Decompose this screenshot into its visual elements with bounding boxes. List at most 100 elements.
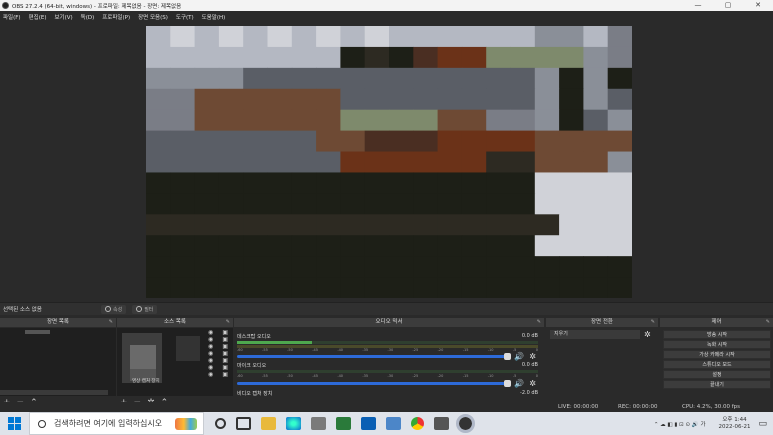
- close-button[interactable]: ✕: [743, 0, 773, 11]
- maximize-button[interactable]: ▢: [713, 0, 743, 11]
- eye-icon[interactable]: ◉: [208, 364, 213, 371]
- edge-icon[interactable]: [286, 417, 301, 430]
- menu-scene-collection[interactable]: 장면 모음(S): [138, 13, 168, 21]
- meter-ticks: -60 -55 -50 -45 -40 -35 -30 -25 -20 -15 -10 -5 0: [237, 348, 538, 352]
- transitions-title: 장면 전환: [591, 319, 613, 325]
- dock-area: 장면 목록✎ + − ⌃ ⌄ 소스 목록 ✎ 영상 캡처 장치 ◉ ▣ ◉ ▣ ◉ ▣ …: [0, 315, 773, 410]
- menu-view[interactable]: 보기(V): [54, 13, 72, 21]
- source-list[interactable]: 영상 캡처 장치 ◉ ▣ ◉ ▣ ◉ ▣ ◉ ▣ ◉ ▣ ◉ ▣ ◉ ▣: [117, 328, 233, 396]
- lock-icon[interactable]: ▣: [222, 336, 228, 343]
- lock-icon[interactable]: ▣: [222, 371, 228, 378]
- start-virtual-camera-button[interactable]: 가상 카메라 시작: [663, 350, 771, 359]
- window-title: OBS 27.2.4 (64-bit, windows) - 프로파일: 제목없…: [12, 3, 182, 10]
- clock[interactable]: 오후 1:44 2022-06-21: [719, 417, 751, 431]
- status-bar: LIVE: 00:00:00 REC: 00:00:00 CPU: 4.2%, …: [0, 402, 773, 412]
- search-icon: [38, 419, 46, 428]
- menu-profile[interactable]: 프로파일(P): [102, 13, 130, 21]
- gear-icon[interactable]: ✲: [529, 379, 536, 388]
- windows-start-icon[interactable]: [8, 417, 21, 430]
- transition-select[interactable]: 지우기: [550, 330, 640, 339]
- sources-title: 소스 목록: [164, 319, 186, 325]
- eye-icon[interactable]: ◉: [208, 350, 213, 357]
- tray-icons[interactable]: ⌃ ☁ ◧ ▮ ⊡ ⊙ 🔊 가: [654, 420, 706, 428]
- minimize-button[interactable]: —: [683, 0, 713, 11]
- obs-app-icon: [2, 2, 9, 9]
- mixer-channel-desktop: 데스크탑 오디오 0.0 dB -60 -55 -50 -45 -40 -35 -30 -25…: [237, 333, 538, 361]
- dock-menu-icon: ✎: [765, 319, 770, 325]
- camera-icon[interactable]: [434, 417, 449, 430]
- settings-button[interactable]: 설정: [663, 370, 771, 379]
- lock-icon[interactable]: ▣: [222, 350, 228, 357]
- transitions-dock: 장면 전환 ✎ 지우기 ✲: [546, 318, 658, 410]
- controls-title: 제어: [711, 319, 722, 325]
- lock-icon[interactable]: ▣: [222, 357, 228, 364]
- notification-icon[interactable]: ▭: [758, 419, 767, 429]
- source-thumbnail: 영상 캡처 장치: [122, 333, 162, 384]
- explorer-icon[interactable]: [386, 417, 401, 430]
- dock-menu-icon: ✎: [650, 319, 655, 325]
- system-tray: ⌃ ☁ ◧ ▮ ⊡ ⊙ 🔊 가 오후 1:44 2022-06-21 ▭: [654, 412, 773, 435]
- speaker-icon[interactable]: 🔊: [514, 379, 524, 388]
- store-icon[interactable]: [311, 417, 326, 430]
- filters-button[interactable]: 필터: [132, 304, 158, 314]
- volume-slider[interactable]: [237, 380, 511, 387]
- chrome-icon[interactable]: [411, 417, 424, 430]
- filter-icon: [136, 306, 143, 312]
- eye-icon[interactable]: ◉: [208, 329, 213, 336]
- sources-dock: 소스 목록✎ 영상 캡처 장치 ◉▣ ◉▣ ◉▣ ◉▣ ◉▣ ◉▣ ◉▣ + −…: [117, 318, 233, 410]
- no-source-label: 선택된 소스 없음: [3, 307, 42, 313]
- source-visibility-icons: ◉ ▣ ◉ ▣ ◉ ▣ ◉ ▣ ◉ ▣ ◉ ▣ ◉ ▣: [208, 329, 228, 378]
- volume-slider[interactable]: [237, 353, 511, 360]
- scenes-dock: 장면 목록✎ + − ⌃ ⌄: [0, 318, 116, 410]
- gear-icon[interactable]: ✲: [529, 352, 536, 361]
- menu-edit[interactable]: 편집(E): [29, 13, 47, 21]
- start-streaming-button[interactable]: 방송 시작: [663, 330, 771, 339]
- video-preview[interactable]: [146, 26, 632, 298]
- eye-icon[interactable]: ◉: [208, 357, 213, 364]
- dock-menu-icon: ✎: [536, 319, 541, 325]
- taskbar-search[interactable]: 검색하려면 여기에 입력하십시오: [29, 412, 204, 435]
- eye-icon[interactable]: ◉: [208, 371, 213, 378]
- source-toolbar: 선택된 소스 없음 속성 필터: [0, 302, 773, 315]
- menu-tools[interactable]: 도구(T): [176, 13, 194, 21]
- source-item-label[interactable]: 영상 캡처 장치: [132, 378, 160, 384]
- lock-icon[interactable]: ▣: [222, 329, 228, 336]
- scene-list[interactable]: [0, 328, 116, 396]
- gear-icon[interactable]: ✲: [644, 330, 651, 339]
- app-icon[interactable]: [336, 417, 351, 430]
- eye-icon[interactable]: ◉: [208, 343, 213, 350]
- menu-file[interactable]: 파일(F): [3, 13, 21, 21]
- gear-icon: [105, 306, 111, 312]
- cortana-icon[interactable]: [215, 418, 226, 429]
- obs-taskbar-icon[interactable]: [456, 414, 475, 433]
- cpu-status: CPU: 4.2%, 30.00 fps: [682, 404, 741, 410]
- properties-button[interactable]: 속성: [101, 304, 127, 314]
- file-explorer-icon[interactable]: [261, 417, 276, 430]
- task-view-icon[interactable]: [236, 417, 251, 430]
- lock-icon[interactable]: ▣: [222, 364, 228, 371]
- menu-docks[interactable]: 독(D): [81, 13, 95, 21]
- dock-menu-icon: ✎: [225, 319, 230, 325]
- start-recording-button[interactable]: 녹화 시작: [663, 340, 771, 349]
- rec-status: REC: 00:00:00: [618, 404, 658, 410]
- preview-area: [0, 22, 773, 302]
- menu-help[interactable]: 도움말(H): [202, 13, 226, 21]
- controls-dock: 제어 ✎ 방송 시작 녹화 시작 가상 카메라 시작 스튜디오 모드 설정 끝내기: [660, 318, 773, 410]
- volume-meter: [237, 370, 538, 373]
- search-placeholder: 검색하려면 여기에 입력하십시오: [54, 419, 163, 428]
- search-highlight-image: [175, 417, 197, 430]
- studio-mode-button[interactable]: 스튜디오 모드: [663, 360, 771, 369]
- mixer-title: 오디오 믹서: [375, 319, 403, 325]
- menu-bar: 파일(F) 편집(E) 보기(V) 독(D) 프로파일(P) 장면 모음(S) …: [0, 11, 773, 22]
- mail-icon[interactable]: [361, 417, 376, 430]
- lock-icon[interactable]: ▣: [222, 343, 228, 350]
- exit-button[interactable]: 끝내기: [663, 380, 771, 389]
- speaker-icon[interactable]: 🔊: [514, 352, 524, 361]
- eye-icon[interactable]: ◉: [208, 336, 213, 343]
- title-bar: OBS 27.2.4 (64-bit, windows) - 프로파일: 제목없…: [0, 0, 773, 11]
- mixer-channel-mic: 마이크 오디오 0.0 dB -60 -55 -50 -45 -40 -35 -30 -25-…: [237, 362, 538, 388]
- scene-item[interactable]: [25, 330, 50, 334]
- source-thumbnail-2: [176, 336, 200, 361]
- scrollbar[interactable]: [0, 390, 108, 395]
- pixelated-video-frame: [146, 26, 632, 298]
